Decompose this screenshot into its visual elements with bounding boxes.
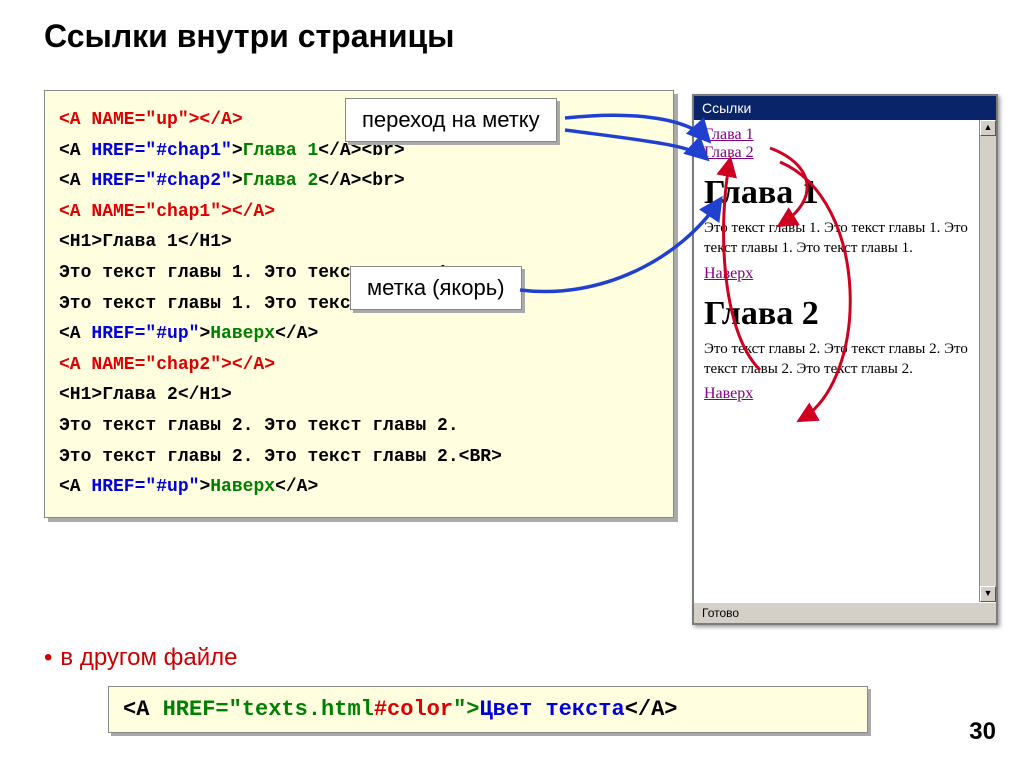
scroll-down-icon[interactable]: ▼ [980, 586, 996, 602]
callout-anchor-label: метка (якорь) [350, 266, 522, 310]
link-up-1[interactable]: Наверх [704, 265, 753, 282]
slide-title: Ссылки внутри страницы [44, 18, 1024, 55]
text-chapter-1: Это текст главы 1. Это текст главы 1. Эт… [704, 218, 986, 259]
heading-chapter-2: Глава 2 [704, 295, 986, 333]
code-block-otherfile: <A HREF="texts.html#color">Цвет текста</… [108, 686, 868, 733]
other-file-label: •в другом файле [44, 644, 238, 672]
link-up-2[interactable]: Наверх [704, 385, 753, 402]
heading-chapter-1: Глава 1 [704, 174, 986, 212]
browser-viewport: Глава 1 Глава 2 Глава 1 Это текст главы … [694, 120, 996, 602]
page-number: 30 [969, 718, 996, 746]
browser-titlebar: Ссылки [694, 96, 996, 120]
scrollbar[interactable]: ▲ ▼ [979, 120, 996, 602]
link-chapter-1[interactable]: Глава 1 [704, 126, 754, 143]
browser-statusbar: Готово [694, 602, 996, 623]
callout-goto-anchor: переход на метку [345, 98, 557, 142]
bullet-icon: • [44, 644, 52, 671]
text-chapter-2: Это текст главы 2. Это текст главы 2. Эт… [704, 339, 986, 380]
scroll-up-icon[interactable]: ▲ [980, 120, 996, 136]
browser-window: Ссылки Глава 1 Глава 2 Глава 1 Это текст… [692, 94, 998, 625]
link-chapter-2[interactable]: Глава 2 [704, 144, 754, 161]
